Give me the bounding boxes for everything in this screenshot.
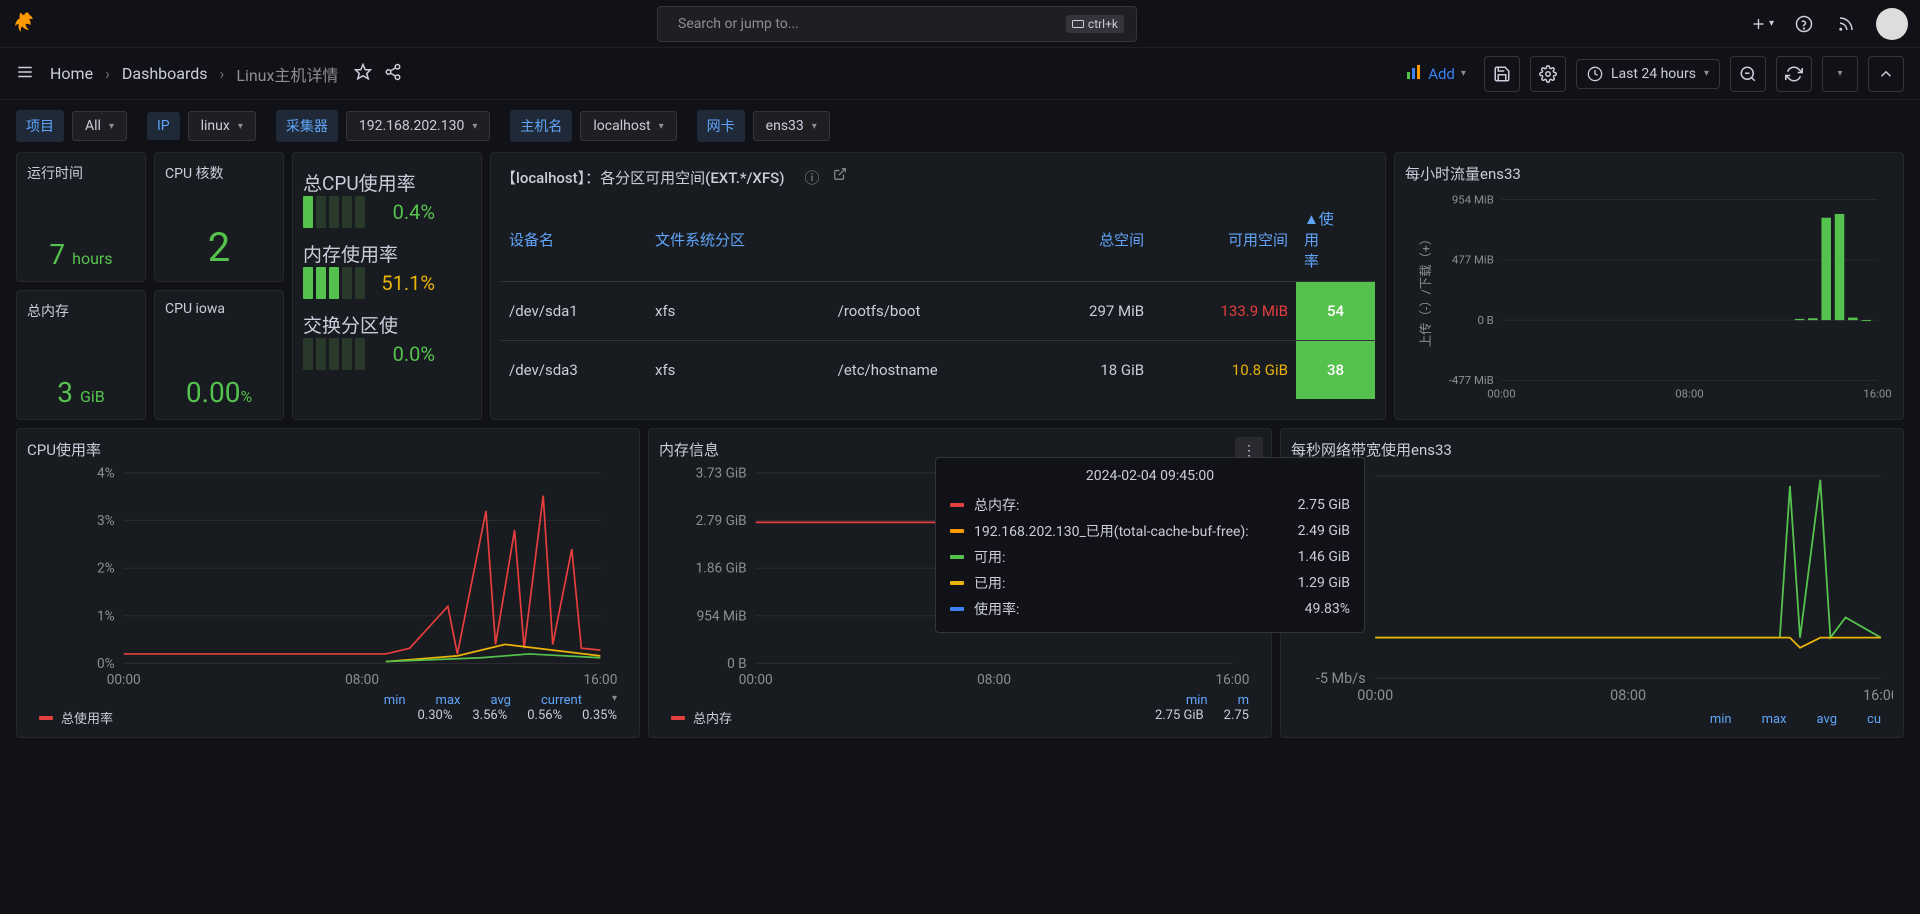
- svg-text:08:00: 08:00: [345, 672, 379, 688]
- svg-text:-477 MiB: -477 MiB: [1449, 373, 1494, 387]
- svg-text:3%: 3%: [97, 513, 115, 529]
- grafana-logo-icon[interactable]: [12, 8, 44, 40]
- svg-text:16:00: 16:00: [1215, 672, 1249, 688]
- settings-icon[interactable]: [1530, 56, 1566, 92]
- svg-text:16:00: 16:00: [583, 672, 617, 688]
- navbar: Home › Dashboards › Linux主机详情 Add ▾ Last…: [0, 48, 1920, 100]
- var-nic-label: 网卡: [697, 110, 745, 142]
- breadcrumb-current: Linux主机详情: [236, 62, 338, 86]
- breadcrumb-home[interactable]: Home: [50, 64, 93, 83]
- zoom-out-icon[interactable]: [1730, 56, 1766, 92]
- svg-text:954 MiB: 954 MiB: [1452, 192, 1494, 206]
- svg-text:08:00: 08:00: [1675, 387, 1703, 401]
- collapse-icon[interactable]: [1868, 56, 1904, 92]
- chart-tooltip: 2024-02-04 09:45:00 总内存:2.75 GiB192.168.…: [935, 457, 1365, 633]
- panel-net-bw[interactable]: 每秒网络带宽使用ens33 20 Mb/s-5 Mb/s00:0008:0016…: [1280, 428, 1904, 738]
- var-collector-select[interactable]: 192.168.202.130▾: [346, 111, 491, 141]
- share-icon[interactable]: [384, 63, 402, 85]
- search-placeholder: Search or jump to...: [678, 16, 1062, 32]
- svg-text:上传（-）/下载（+）: 上传（-）/下载（+）: [1418, 233, 1434, 347]
- svg-text:2.79 GiB: 2.79 GiB: [696, 513, 747, 529]
- svg-text:0 B: 0 B: [727, 656, 747, 672]
- add-button[interactable]: Add ▾: [1398, 58, 1474, 90]
- svg-text:00:00: 00:00: [107, 672, 141, 688]
- info-icon[interactable]: ⓘ: [804, 167, 819, 188]
- search-input[interactable]: Search or jump to... ctrl+k: [657, 6, 1137, 42]
- var-ip-label: IP: [147, 112, 180, 140]
- svg-text:1%: 1%: [97, 608, 115, 624]
- var-nic-select[interactable]: ens33▾: [753, 111, 830, 141]
- stat-cpu-cores[interactable]: CPU 核数 2: [154, 152, 284, 282]
- svg-text:00:00: 00:00: [739, 672, 773, 688]
- svg-text:0 B: 0 B: [1477, 313, 1493, 327]
- svg-text:08:00: 08:00: [977, 672, 1011, 688]
- help-icon[interactable]: [1792, 12, 1816, 36]
- breadcrumb: Home › Dashboards › Linux主机详情: [50, 62, 338, 86]
- var-hostname-select[interactable]: localhost▾: [580, 111, 676, 141]
- stat-iowait[interactable]: CPU iowa 0.00%: [154, 290, 284, 420]
- disk-table: 设备名文件系统分区总空间可用空间▲使用率 /dev/sda1xfs/rootfs…: [501, 198, 1375, 399]
- refresh-menu[interactable]: ▾: [1822, 56, 1858, 92]
- stat-uptime[interactable]: 运行时间 7 hours: [16, 152, 146, 282]
- svg-text:2%: 2%: [97, 561, 115, 577]
- panel-hourly-traffic[interactable]: 每小时流量ens33 954 MiB477 MiB0 B-477 MiB00:0…: [1394, 152, 1904, 420]
- var-project-label: 项目: [16, 110, 64, 142]
- svg-text:16:00: 16:00: [1863, 687, 1893, 704]
- svg-text:3.73 GiB: 3.73 GiB: [696, 466, 747, 481]
- stat-total-mem[interactable]: 总内存 3 GiB: [16, 290, 146, 420]
- svg-text:477 MiB: 477 MiB: [1452, 253, 1494, 267]
- rss-icon[interactable]: [1834, 12, 1858, 36]
- breadcrumb-dashboards[interactable]: Dashboards: [122, 64, 208, 83]
- svg-text:08:00: 08:00: [1610, 687, 1646, 704]
- panel-disk[interactable]: 【localhost】：各分区可用空间(EXT.*/XFS) ⓘ 设备名文件系统…: [490, 152, 1386, 420]
- save-button[interactable]: [1484, 56, 1520, 92]
- table-row[interactable]: /dev/sda3xfs/etc/hostname18 GiB10.8 GiB3…: [501, 341, 1375, 400]
- svg-text:-5 Mb/s: -5 Mb/s: [1316, 670, 1366, 687]
- panel-cpu-usage[interactable]: CPU使用率 4%3%2%1%0%00:0008:0016:00 minmaxa…: [16, 428, 640, 738]
- menu-icon[interactable]: [16, 63, 34, 85]
- user-avatar[interactable]: [1876, 8, 1908, 40]
- var-collector-label: 采集器: [276, 110, 338, 142]
- var-project-select[interactable]: All▾: [72, 111, 127, 141]
- external-link-icon[interactable]: [833, 167, 847, 188]
- svg-text:954 MiB: 954 MiB: [697, 608, 747, 624]
- var-ip-select[interactable]: linux▾: [188, 111, 256, 141]
- variables-bar: 项目 All▾ IP linux▾ 采集器 192.168.202.130▾ 主机名 l…: [0, 100, 1920, 152]
- var-hostname-label: 主机名: [510, 110, 572, 142]
- kbd-shortcut: ctrl+k: [1066, 15, 1124, 33]
- panel-mem-info[interactable]: ⋮ 内存信息 100% 3.73 GiB2.79 GiB1.86 GiB954 …: [648, 428, 1272, 738]
- star-icon[interactable]: [354, 63, 372, 85]
- time-range-picker[interactable]: Last 24 hours ▾: [1576, 59, 1720, 89]
- svg-text:00:00: 00:00: [1357, 687, 1393, 704]
- panel-gauges[interactable]: 总CPU使用率0.4% 内存使用率51.1% 交换分区使0.0%: [292, 152, 482, 420]
- svg-text:0%: 0%: [97, 656, 115, 672]
- svg-text:16:00: 16:00: [1863, 387, 1891, 401]
- topbar: Search or jump to... ctrl+k ▾: [0, 0, 1920, 48]
- new-menu-button[interactable]: ▾: [1750, 12, 1774, 36]
- panel-icon: [1406, 64, 1422, 84]
- svg-text:4%: 4%: [97, 466, 115, 481]
- svg-text:1.86 GiB: 1.86 GiB: [696, 561, 747, 577]
- refresh-icon[interactable]: [1776, 56, 1812, 92]
- table-row[interactable]: /dev/sda1xfs/rootfs/boot297 MiB133.9 MiB…: [501, 282, 1375, 341]
- svg-text:00:00: 00:00: [1487, 387, 1515, 401]
